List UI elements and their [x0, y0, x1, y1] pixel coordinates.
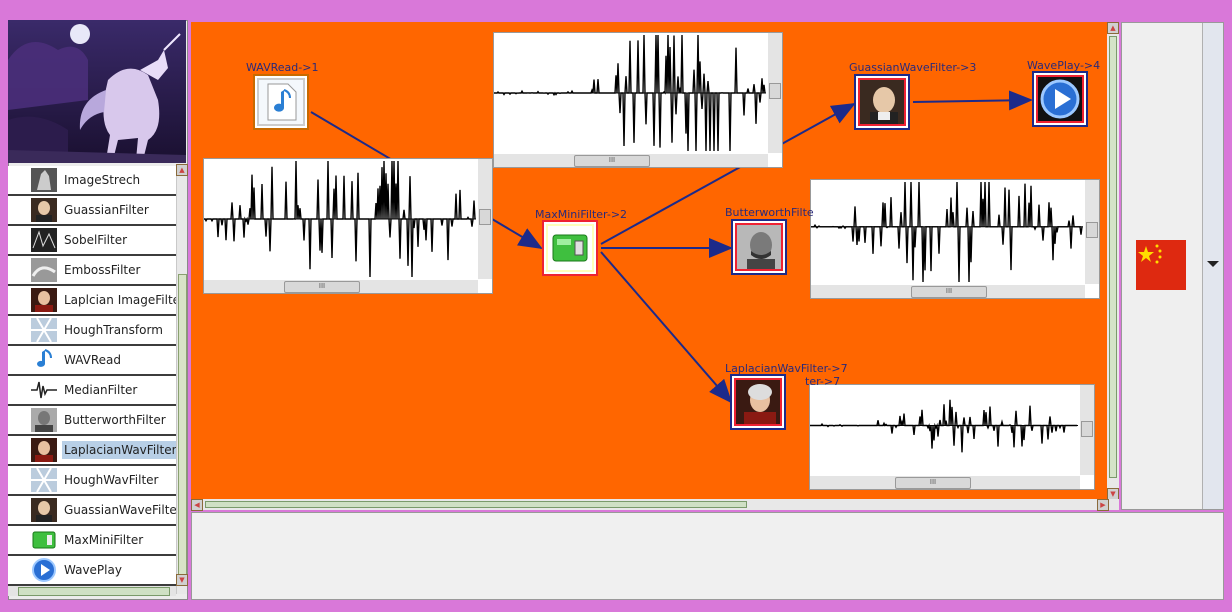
output-panel [191, 512, 1224, 600]
palette-item[interactable]: ImageStrech [8, 166, 176, 196]
node-label-wavread: WAVRead->1 [246, 61, 319, 74]
scroll-up-icon[interactable]: ▲ [1107, 22, 1119, 34]
palette-item-label: WAVRead [64, 353, 122, 367]
palette-item[interactable]: HoughWavFilter [8, 466, 176, 496]
palette-item[interactable]: ButterworthFilter [8, 406, 176, 436]
gauss-portrait-icon [858, 78, 906, 126]
palette-item-label: MaxMiniFilter [64, 533, 144, 547]
palette-item-label: MedianFilter [64, 383, 138, 397]
palette-item-label: LaplacianWavFilter [62, 441, 176, 459]
palette-item-label: EmbossFilter [64, 263, 141, 277]
plot-horizontal-scrollbar[interactable]: III [494, 154, 768, 167]
scroll-left-icon[interactable]: ◀ [191, 499, 203, 511]
plot-horizontal-scrollbar[interactable]: III [204, 280, 478, 293]
palette-item[interactable]: HoughTransform [8, 316, 176, 346]
palette-horizontal-scrollbar[interactable] [8, 586, 176, 596]
waveform-icon [30, 377, 58, 403]
scroll-down-icon[interactable]: ▼ [176, 574, 188, 586]
palette-item-label: WavePlay [64, 563, 122, 577]
waveform-trace [494, 34, 766, 152]
waveform-plot-butterworth: III [810, 179, 1100, 299]
edge-gauss-waveplay [912, 90, 1033, 111]
node-butterworth[interactable] [731, 219, 787, 275]
canvas-horizontal-scrollbar[interactable]: ◀ ▶ [191, 499, 1119, 511]
sobel-texture-icon [30, 227, 58, 253]
chevron-down-icon [1207, 261, 1219, 267]
grayscale-statue-icon [30, 167, 58, 193]
scroll-up-icon[interactable]: ▲ [176, 164, 188, 176]
edge-maxmini-laplacian [600, 251, 733, 404]
palette-item[interactable]: Laplcian ImageFilter [8, 286, 176, 316]
palette-item[interactable]: GuassianFilter [8, 196, 176, 226]
palette-item[interactable]: GuassianWaveFilter [8, 496, 176, 526]
waveform-plot-gauss: III [493, 32, 783, 168]
china-flag-icon[interactable] [1136, 240, 1186, 290]
butterworth-portrait-icon [735, 223, 783, 271]
gauss-portrait-icon [30, 197, 58, 223]
palette-item-label: GuassianFilter [64, 203, 149, 217]
palette-scroll-thumb[interactable] [178, 274, 187, 576]
laplace-portrait-icon [30, 437, 58, 463]
palette-item-label: ButterworthFilter [64, 413, 166, 427]
canvas-vertical-scrollbar[interactable]: ▲ ▼ [1107, 22, 1119, 500]
workflow-canvas[interactable]: III III III III WAVRead->1 MaxMiniFilter… [191, 22, 1108, 499]
plot-vertical-scrollbar[interactable] [768, 33, 782, 153]
component-list: ImageStrech GuassianFilter SobelFilter Embo… [8, 166, 176, 586]
play-icon [1036, 75, 1084, 123]
waveform-trace [811, 181, 1083, 283]
palette-item[interactable]: SobelFilter [8, 226, 176, 256]
palette-item-label: ImageStrech [64, 173, 141, 187]
node-label-butterworth: ButterworthFilte [725, 206, 814, 219]
palette-hscroll-thumb[interactable] [18, 587, 170, 596]
palette-item[interactable]: MedianFilter [8, 376, 176, 406]
unicorn-banner-image [8, 20, 186, 163]
battery-icon [546, 224, 594, 272]
scroll-right-icon[interactable]: ▶ [1097, 499, 1109, 511]
palette-item[interactable]: EmbossFilter [8, 256, 176, 286]
music-note-icon [257, 78, 305, 126]
language-dropdown-button[interactable] [1202, 23, 1223, 509]
plot-vertical-scrollbar[interactable] [478, 159, 492, 279]
palette-item-label: Laplcian ImageFilter [64, 293, 176, 307]
laplace-portrait-icon [734, 378, 782, 426]
palette-vertical-scrollbar[interactable]: ▲ ▼ [176, 164, 188, 594]
palette-item[interactable]: WavePlay [8, 556, 176, 586]
waveform-plot-wavread: III [203, 158, 493, 294]
node-laplacian[interactable] [730, 374, 786, 430]
waveform-plot-laplacian: III [809, 384, 1095, 490]
node-sublabel-laplacian: ter->7 [805, 375, 841, 388]
plot-vertical-scrollbar[interactable] [1080, 385, 1094, 475]
play-icon [30, 557, 58, 583]
laplace-portrait-icon [30, 287, 58, 313]
waveform-trace [204, 160, 476, 278]
node-wavread[interactable] [253, 74, 309, 130]
gauss-portrait-icon [30, 497, 58, 523]
palette-item-label: HoughTransform [64, 323, 163, 337]
node-maxmini[interactable] [542, 220, 598, 276]
canvas-hscroll-thumb[interactable] [205, 501, 747, 508]
music-note-icon [30, 347, 58, 373]
node-gauss[interactable] [854, 74, 910, 130]
node-label-gauss: GuassianWaveFilter->3 [849, 61, 977, 74]
palette-item-label: SobelFilter [64, 233, 128, 247]
palette-item-label: GuassianWaveFilter [64, 503, 176, 517]
plot-vertical-scrollbar[interactable] [1085, 180, 1099, 284]
hough-texture-icon [30, 317, 58, 343]
battery-icon [30, 527, 58, 553]
language-panel [1121, 22, 1224, 510]
canvas-vscroll-thumb[interactable] [1109, 36, 1117, 478]
palette-item[interactable]: MaxMiniFilter [8, 526, 176, 556]
plot-horizontal-scrollbar[interactable]: III [810, 476, 1080, 489]
hough-texture-icon [30, 467, 58, 493]
waveform-trace [810, 399, 1078, 453]
palette-item-label: HoughWavFilter [64, 473, 159, 487]
emboss-texture-icon [30, 257, 58, 283]
butterworth-portrait-icon [30, 407, 58, 433]
palette-item[interactable]: LaplacianWavFilter [8, 436, 176, 466]
palette-item[interactable]: WAVRead [8, 346, 176, 376]
plot-horizontal-scrollbar[interactable]: III [811, 285, 1085, 298]
node-waveplay[interactable] [1032, 71, 1088, 127]
